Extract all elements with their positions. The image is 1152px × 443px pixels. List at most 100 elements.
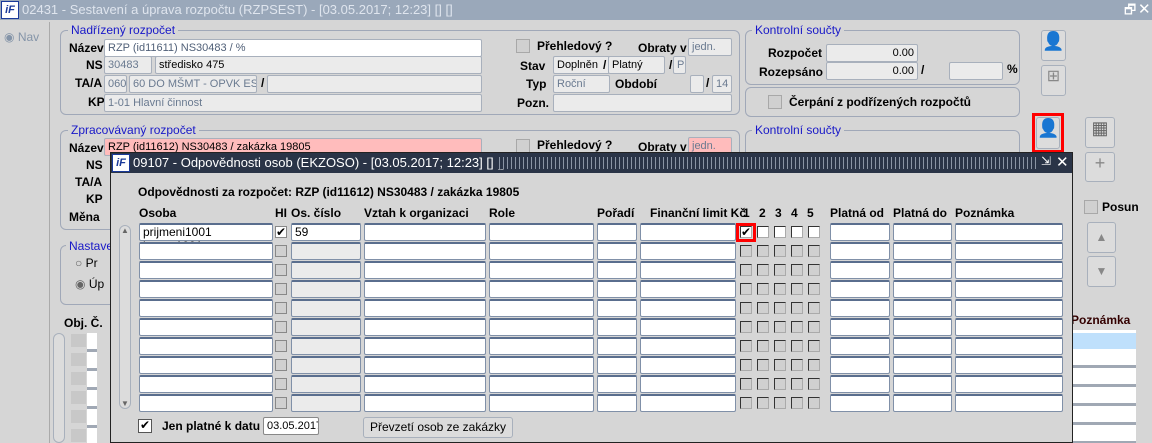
osoba-cell[interactable] [139,337,273,355]
c1-checkbox[interactable] [740,321,752,333]
c2-checkbox[interactable] [757,340,769,352]
hi-checkbox[interactable] [275,283,287,295]
do-cell[interactable] [893,280,952,298]
c5-checkbox[interactable] [808,226,820,238]
c2-checkbox[interactable] [757,359,769,371]
a-field[interactable] [267,75,482,93]
budget-sum-field[interactable]: 0.00 [826,44,918,62]
c1-checkbox[interactable] [740,302,752,314]
vztah-cell[interactable] [364,261,486,279]
import-persons-button[interactable]: Převzetí osob ze zakázky [363,417,513,438]
c5-checkbox[interactable] [808,397,820,409]
do-cell[interactable] [893,299,952,317]
od-cell[interactable] [830,318,890,336]
note-list-selected-row[interactable] [1071,333,1136,349]
limit-cell[interactable] [640,242,736,260]
role-cell[interactable] [489,261,594,279]
do-cell[interactable] [893,318,952,336]
od-cell[interactable] [830,223,890,241]
poradi-cell[interactable] [597,261,637,279]
pozn-cell[interactable] [955,261,1063,279]
ta-field[interactable]: 060 [104,75,127,93]
hi-checkbox[interactable] [275,302,287,314]
vztah-cell[interactable] [364,242,486,260]
os_cislo-cell[interactable] [291,299,361,317]
c5-checkbox[interactable] [808,264,820,276]
ns-name-field[interactable]: středisko 475 [155,56,482,74]
minimize-icon[interactable]: ⇲ [1041,154,1051,168]
poradi-cell[interactable] [597,337,637,355]
percent-field[interactable] [949,62,1003,80]
c5-checkbox[interactable] [808,321,820,333]
od-cell[interactable] [830,261,890,279]
status3-field[interactable]: P [673,56,686,74]
poradi-cell[interactable] [597,280,637,298]
note-field[interactable] [553,94,732,112]
shift-checkbox[interactable] [1084,200,1098,214]
lower-list[interactable] [87,333,97,443]
od-cell[interactable] [830,242,890,260]
hi-checkbox[interactable] [275,378,287,390]
c3-checkbox[interactable] [774,321,786,333]
role-cell[interactable] [489,280,594,298]
role-cell[interactable] [489,223,594,241]
c4-checkbox[interactable] [791,340,803,352]
os_cislo-cell[interactable] [291,356,361,374]
period-field[interactable] [690,75,704,93]
osoba-cell[interactable] [139,261,273,279]
c4-checkbox[interactable] [791,264,803,276]
limit-cell[interactable] [640,318,736,336]
scroll-up-icon[interactable]: ▲ [120,226,130,235]
pozn-cell[interactable] [955,242,1063,260]
hi-checkbox[interactable]: ✔ [275,226,287,238]
role-cell[interactable] [489,318,594,336]
kp-field[interactable]: 1-01 Hlavní činnost [104,94,482,112]
poradi-cell[interactable] [597,375,637,393]
c3-checkbox[interactable] [774,359,786,371]
c1-checkbox[interactable] [740,378,752,390]
close-icon[interactable]: ✕ [1138,0,1151,18]
pozn-cell[interactable] [955,318,1063,336]
c4-checkbox[interactable] [791,226,803,238]
add-button[interactable]: + [1085,152,1115,182]
do-cell[interactable] [893,223,952,241]
do-cell[interactable] [893,261,952,279]
responsibility-person-button[interactable]: 👤 [1036,117,1060,149]
do-cell[interactable] [893,375,952,393]
c3-checkbox[interactable] [774,264,786,276]
c2-checkbox[interactable] [757,245,769,257]
option1-radio[interactable]: ○ Pr [75,256,98,270]
poradi-cell[interactable] [597,242,637,260]
c2-checkbox[interactable] [757,283,769,295]
valid-date-field[interactable]: 03.05.2017 [263,417,319,435]
vztah-cell[interactable] [364,394,486,412]
os_cislo-cell[interactable] [291,242,361,260]
type-field[interactable]: Roční [553,75,610,93]
osoba-cell[interactable] [139,375,273,393]
od-cell[interactable] [830,356,890,374]
limit-cell[interactable] [640,280,736,298]
ta-name-field[interactable]: 60 DO MŠMT - OPVK ESF [129,75,257,93]
c4-checkbox[interactable] [791,245,803,257]
limit-cell[interactable] [640,356,736,374]
status2-field[interactable]: Platný [608,56,665,74]
osoba-cell[interactable] [139,280,273,298]
c5-checkbox[interactable] [808,245,820,257]
vztah-cell[interactable] [364,337,486,355]
poradi-cell[interactable] [597,299,637,317]
osoba-cell[interactable] [139,242,273,260]
pozn-cell[interactable] [955,223,1063,241]
poradi-cell[interactable] [597,223,637,241]
os_cislo-cell[interactable] [291,337,361,355]
nav-radio[interactable]: ◉ Nav [4,30,39,44]
lower-scrollbar[interactable] [53,333,65,443]
c4-checkbox[interactable] [791,283,803,295]
role-cell[interactable] [489,337,594,355]
c4-checkbox[interactable] [791,378,803,390]
limit-cell[interactable] [640,375,736,393]
overview-checkbox[interactable] [516,39,530,53]
hi-checkbox[interactable] [275,264,287,276]
role-cell[interactable] [489,394,594,412]
c1-checkbox[interactable] [740,340,752,352]
move-up-button[interactable]: ▲ [1087,222,1116,253]
